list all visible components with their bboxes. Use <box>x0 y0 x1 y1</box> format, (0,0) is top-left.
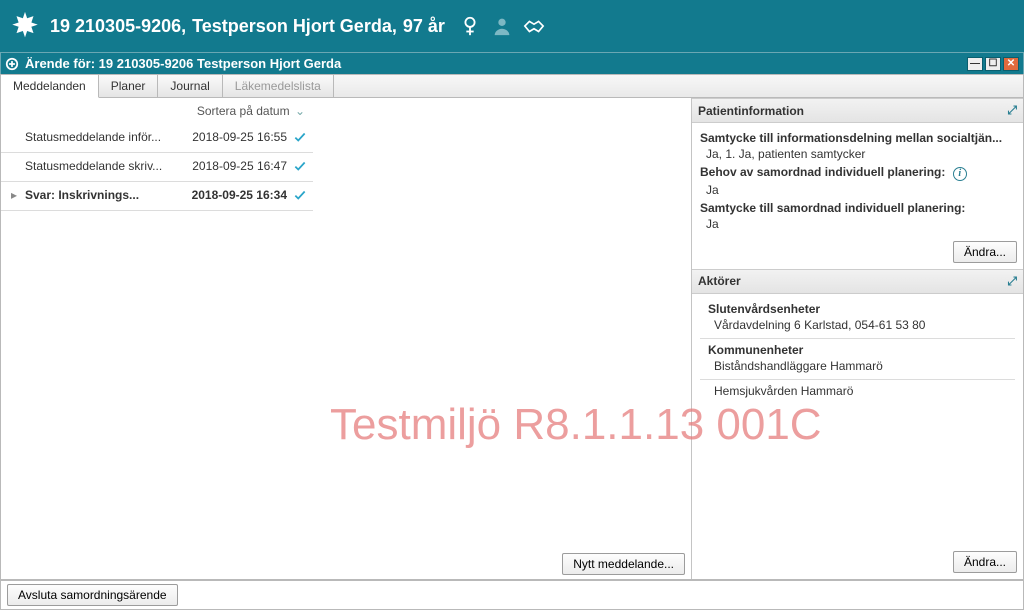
kommun-value-2: Hemsjukvården Hammarö <box>714 384 1015 398</box>
footer-bar: Avsluta samordningsärende <box>0 580 1024 610</box>
tab-bar: Meddelanden Planer Journal Läkemedelslis… <box>0 74 1024 98</box>
consent2-label: Samtycke till samordnad individuell plan… <box>700 201 1015 215</box>
message-item[interactable]: ▸ Svar: Inskrivnings... 2018-09-25 16:34 <box>1 182 313 211</box>
message-title: Statusmeddelande skriv... <box>25 159 186 173</box>
gender-female-icon <box>459 15 481 37</box>
message-date: 2018-09-25 16:55 <box>192 130 287 144</box>
need-label: Behov av samordnad individuell planering… <box>700 165 1015 181</box>
patientinfo-header[interactable]: Patientinformation ⤢ <box>692 98 1023 123</box>
message-item[interactable]: Statusmeddelande inför... 2018-09-25 16:… <box>1 124 313 153</box>
kommun-value-1: Biståndshandläggare Hammarö <box>714 359 1015 373</box>
window-titlebar: Ärende för: 19 210305-9206 Testperson Hj… <box>0 52 1024 74</box>
divider <box>700 338 1015 339</box>
message-list-pane: Sortera på datum ⌄ Statusmeddelande infö… <box>1 98 313 579</box>
consent-label: Samtycke till informationsdelning mellan… <box>700 131 1015 145</box>
sort-label: Sortera på datum <box>197 104 290 118</box>
aktorer-body: Slutenvårdsenheter Vårdavdelning 6 Karls… <box>692 294 1023 406</box>
window-maximize-button[interactable]: ☐ <box>985 57 1001 71</box>
consent-value: Ja, 1. Ja, patienten samtycker <box>706 147 1015 161</box>
patientinfo-body: Samtycke till informationsdelning mellan… <box>692 123 1023 237</box>
caret-right-icon: ▸ <box>11 188 19 202</box>
handshake-icon[interactable] <box>523 15 545 37</box>
kommun-label: Kommunenheter <box>708 343 1015 357</box>
collapse-icon[interactable]: ⤢ <box>1007 274 1017 289</box>
need-value: Ja <box>706 183 1015 197</box>
aktorer-header[interactable]: Aktörer ⤢ <box>692 269 1023 294</box>
check-icon <box>293 188 307 202</box>
message-date: 2018-09-25 16:47 <box>192 159 287 173</box>
patient-name: Testperson Hjort Gerda, <box>192 16 397 37</box>
slutenvard-label: Slutenvårdsenheter <box>708 302 1015 316</box>
aktorer-edit-button[interactable]: Ändra... <box>953 551 1017 573</box>
content-area: Sortera på datum ⌄ Statusmeddelande infö… <box>0 98 1024 580</box>
window-close-button[interactable]: ✕ <box>1003 57 1019 71</box>
sort-control[interactable]: Sortera på datum ⌄ <box>1 98 313 124</box>
aktorer-header-label: Aktörer <box>698 274 741 288</box>
medical-star-icon <box>8 9 42 43</box>
divider <box>700 379 1015 380</box>
window-title: Ärende för: 19 210305-9206 Testperson Hj… <box>25 56 341 71</box>
close-case-button[interactable]: Avsluta samordningsärende <box>7 584 178 606</box>
info-icon[interactable]: i <box>953 167 967 181</box>
message-item[interactable]: Statusmeddelande skriv... 2018-09-25 16:… <box>1 153 313 182</box>
patientinfo-edit-button[interactable]: Ändra... <box>953 241 1017 263</box>
tab-journal[interactable]: Journal <box>158 75 222 97</box>
patientinfo-header-label: Patientinformation <box>698 104 804 118</box>
tab-planer[interactable]: Planer <box>99 75 159 97</box>
patient-ssn: 19 210305-9206, <box>50 16 186 37</box>
plus-circle-icon <box>5 57 19 71</box>
message-title: Statusmeddelande inför... <box>25 130 186 144</box>
tab-meddelanden[interactable]: Meddelanden <box>1 75 99 98</box>
check-icon <box>293 130 307 144</box>
need-label-text: Behov av samordnad individuell planering… <box>700 165 945 179</box>
right-sidebar: Patientinformation ⤢ Samtycke till infor… <box>691 98 1023 579</box>
message-date: 2018-09-25 16:34 <box>192 188 287 202</box>
patient-banner: 19 210305-9206, Testperson Hjort Gerda, … <box>0 0 1024 52</box>
tab-lakemedelslista: Läkemedelslista <box>223 75 334 97</box>
patient-age: 97 år <box>403 16 445 37</box>
slutenvard-value: Vårdavdelning 6 Karlstad, 054-61 53 80 <box>714 318 1015 332</box>
check-icon <box>293 159 307 173</box>
consent2-value: Ja <box>706 217 1015 231</box>
new-message-button[interactable]: Nytt meddelande... <box>562 553 685 575</box>
window-minimize-button[interactable]: — <box>967 57 983 71</box>
message-title: Svar: Inskrivnings... <box>25 188 186 202</box>
message-preview-pane: Nytt meddelande... <box>313 98 691 579</box>
person-icon[interactable] <box>491 15 513 37</box>
chevron-down-icon: ⌄ <box>295 104 305 118</box>
collapse-icon[interactable]: ⤢ <box>1007 103 1017 118</box>
